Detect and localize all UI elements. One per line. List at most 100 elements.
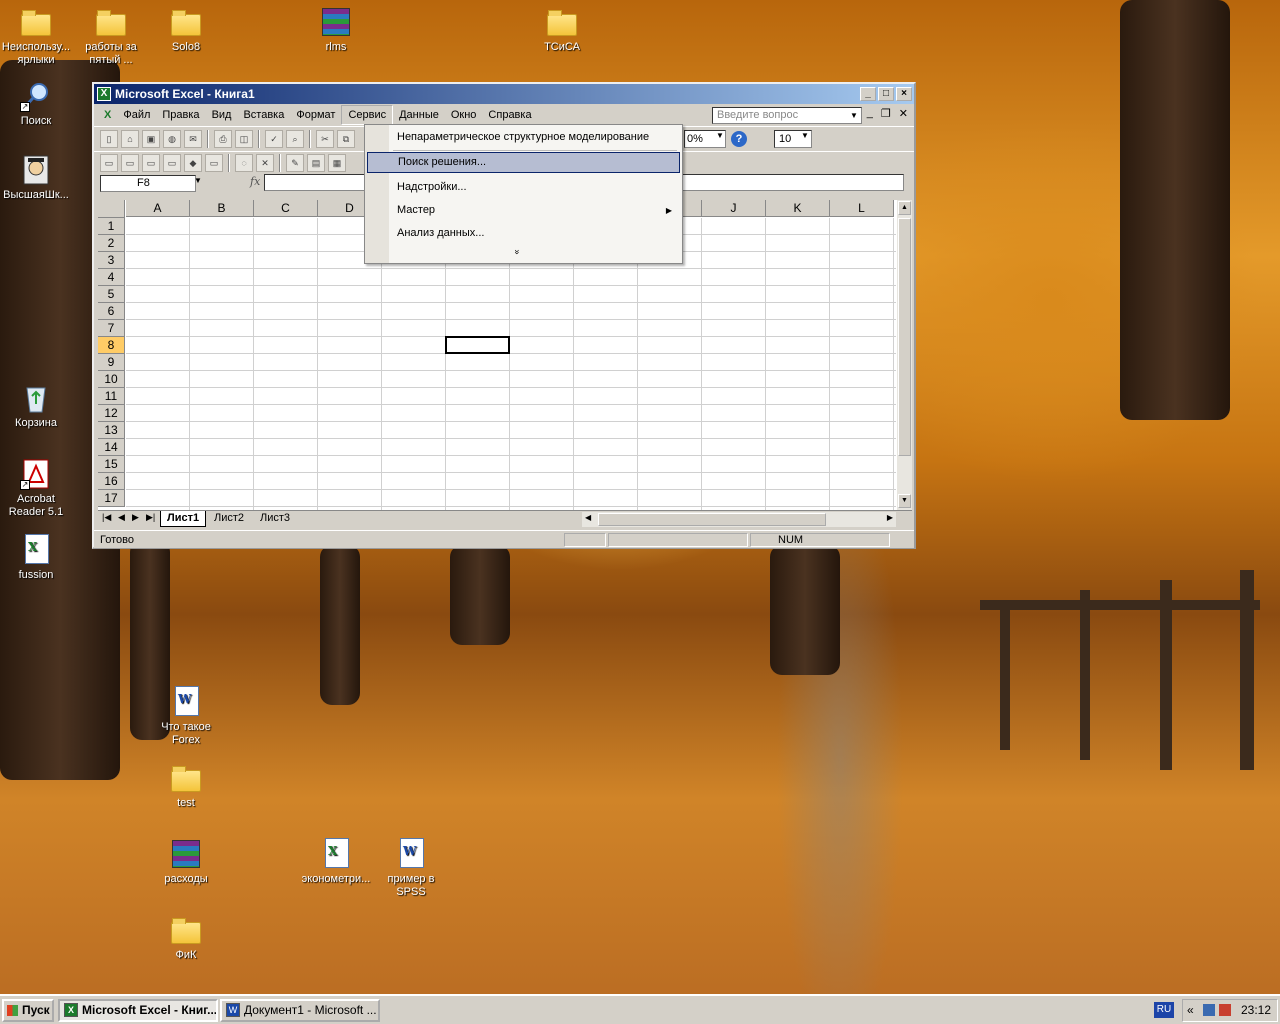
row-header[interactable]: 5	[98, 286, 125, 303]
clock[interactable]: 23:12	[1241, 1000, 1271, 1021]
toolbar-tool-icon[interactable]: ▭	[142, 153, 160, 172]
title-bar[interactable]: X Microsoft Excel - Книга1 _ □ ×	[94, 84, 914, 104]
sheet-tab-3[interactable]: Лист3	[254, 511, 296, 527]
menu-edit[interactable]: Правка	[156, 106, 205, 124]
menu-view[interactable]: Вид	[206, 106, 238, 124]
email-icon[interactable]: ✉	[184, 130, 202, 148]
column-header[interactable]: C	[254, 200, 318, 217]
menu-window[interactable]: Окно	[445, 106, 483, 124]
desktop-icon-tsisa[interactable]: ТСиСА	[524, 6, 600, 54]
desktop-icon-acrobat[interactable]: ↗ Acrobat Reader 5.1	[0, 458, 74, 519]
menu-format[interactable]: Формат	[290, 106, 341, 124]
scroll-up-button[interactable]: ▲	[898, 201, 911, 215]
open-icon[interactable]: ⌂	[121, 130, 139, 148]
copy-icon[interactable]: ⧉	[337, 130, 355, 148]
toolbar-tool-icon[interactable]: ✎	[286, 153, 304, 172]
cut-icon[interactable]: ✂	[316, 130, 334, 148]
desktop-icon-spss-example[interactable]: W пример в SPSS	[373, 838, 449, 899]
column-header[interactable]: J	[702, 200, 766, 217]
function-icon[interactable]: fx	[250, 175, 260, 188]
excel-doc-icon[interactable]: X	[98, 106, 117, 124]
expand-menu-icon[interactable]: »	[513, 249, 523, 254]
toolbar-tool-icon[interactable]: ▭	[163, 153, 181, 172]
desktop-icon-fik[interactable]: ФиК	[148, 914, 224, 962]
menu-data[interactable]: Данные	[393, 106, 445, 124]
next-sheet-button[interactable]: ▶	[132, 512, 139, 523]
scroll-right-button[interactable]: ▶	[887, 513, 893, 522]
desktop-icon-recycle-bin[interactable]: Корзина	[0, 382, 74, 430]
desktop-icon-solo8[interactable]: Solo8	[148, 6, 224, 54]
sheet-tab-2[interactable]: Лист2	[208, 511, 250, 527]
scroll-left-button[interactable]: ◀	[585, 513, 591, 522]
column-header[interactable]: A	[126, 200, 190, 217]
menu-file[interactable]: Файл	[117, 106, 156, 124]
row-header[interactable]: 2	[98, 235, 125, 252]
desktop-icon-test[interactable]: test	[148, 762, 224, 810]
toolbar-tool-icon[interactable]: ▤	[307, 153, 325, 172]
toolbar-tool-icon[interactable]: ◌	[235, 153, 253, 172]
row-header[interactable]: 11	[98, 388, 125, 405]
row-header[interactable]: 10	[98, 371, 125, 388]
print-preview-icon[interactable]: ◫	[235, 130, 253, 148]
research-icon[interactable]: ⌕	[286, 130, 304, 148]
menu-item-solver[interactable]: Поиск решения...	[367, 152, 680, 173]
hscroll-thumb[interactable]	[598, 513, 826, 526]
start-button[interactable]: Пуск	[2, 999, 54, 1022]
row-header[interactable]: 7	[98, 320, 125, 337]
minimize-button[interactable]: _	[860, 87, 876, 101]
row-header[interactable]: 9	[98, 354, 125, 371]
vertical-scrollbar[interactable]: ▲ ▼	[896, 200, 912, 510]
menu-item-add-ins[interactable]: Надстройки...	[367, 177, 680, 198]
row-header[interactable]: 3	[98, 252, 125, 269]
desktop-icon-fussion[interactable]: X fussion	[0, 534, 74, 582]
language-indicator[interactable]: RU	[1154, 1002, 1174, 1018]
new-icon[interactable]: ▯	[100, 130, 118, 148]
doc-restore-button[interactable]: ❐	[881, 107, 891, 120]
scroll-down-button[interactable]: ▼	[898, 494, 911, 508]
maximize-button[interactable]: □	[878, 87, 894, 101]
toolbar-tool-icon[interactable]: ◆	[184, 153, 202, 172]
menu-help[interactable]: Справка	[482, 106, 537, 124]
help-icon[interactable]: ?	[731, 131, 747, 147]
toolbar-tool-icon[interactable]: ✕	[256, 153, 274, 172]
desktop-icon-fifth-year-works[interactable]: работы за пятый ...	[73, 6, 149, 67]
desktop-icon-search[interactable]: ↗ Поиск	[0, 80, 74, 128]
taskbar-item-word[interactable]: W Документ1 - Microsoft ...	[220, 999, 380, 1022]
chevron-down-icon[interactable]: ▼	[801, 131, 809, 140]
doc-minimize-button[interactable]: _	[867, 107, 873, 120]
row-header[interactable]: 15	[98, 456, 125, 473]
taskbar-item-excel[interactable]: X Microsoft Excel - Книг...	[58, 999, 218, 1022]
close-button[interactable]: ×	[896, 87, 912, 101]
menu-item-wizard[interactable]: Мастер ▶	[367, 200, 680, 221]
active-cell[interactable]	[445, 336, 510, 354]
chevron-down-icon[interactable]: ▼	[716, 131, 724, 140]
row-header[interactable]: 16	[98, 473, 125, 490]
row-header[interactable]: 12	[98, 405, 125, 422]
desktop-icon-higher-school[interactable]: ВысшаяШк...	[0, 154, 74, 202]
network-icon[interactable]	[1203, 1004, 1215, 1016]
chevron-down-icon[interactable]: ▼	[850, 107, 858, 124]
excel-app-icon[interactable]: X	[97, 87, 111, 101]
chevron-down-icon[interactable]: ▼	[194, 176, 202, 185]
ask-question-input[interactable]: Введите вопрос	[712, 107, 862, 124]
first-sheet-button[interactable]: |◀	[102, 512, 111, 523]
row-header[interactable]: 17	[98, 490, 125, 507]
print-icon[interactable]: ⎙	[214, 130, 232, 148]
save-icon[interactable]: ▣	[142, 130, 160, 148]
toolbar-tool-icon[interactable]: ▭	[205, 153, 223, 172]
prev-sheet-button[interactable]: ◀	[118, 512, 125, 523]
horizontal-scrollbar[interactable]: ◀ ▶	[582, 512, 896, 527]
column-header[interactable]: B	[190, 200, 254, 217]
row-header[interactable]: 1	[98, 218, 125, 235]
spelling-icon[interactable]: ✓	[265, 130, 283, 148]
desktop-icon-expenses[interactable]: расходы	[148, 838, 224, 886]
column-header[interactable]: L	[830, 200, 894, 217]
name-box[interactable]: F8	[100, 174, 196, 192]
menu-insert[interactable]: Вставка	[237, 106, 290, 124]
menu-item-data-analysis[interactable]: Анализ данных...	[367, 223, 680, 244]
select-all-corner[interactable]	[98, 200, 125, 218]
desktop-icon-econometrics[interactable]: X эконометри...	[298, 838, 374, 886]
row-header[interactable]: 4	[98, 269, 125, 286]
row-header[interactable]: 13	[98, 422, 125, 439]
sheet-tab-1[interactable]: Лист1	[160, 511, 207, 527]
